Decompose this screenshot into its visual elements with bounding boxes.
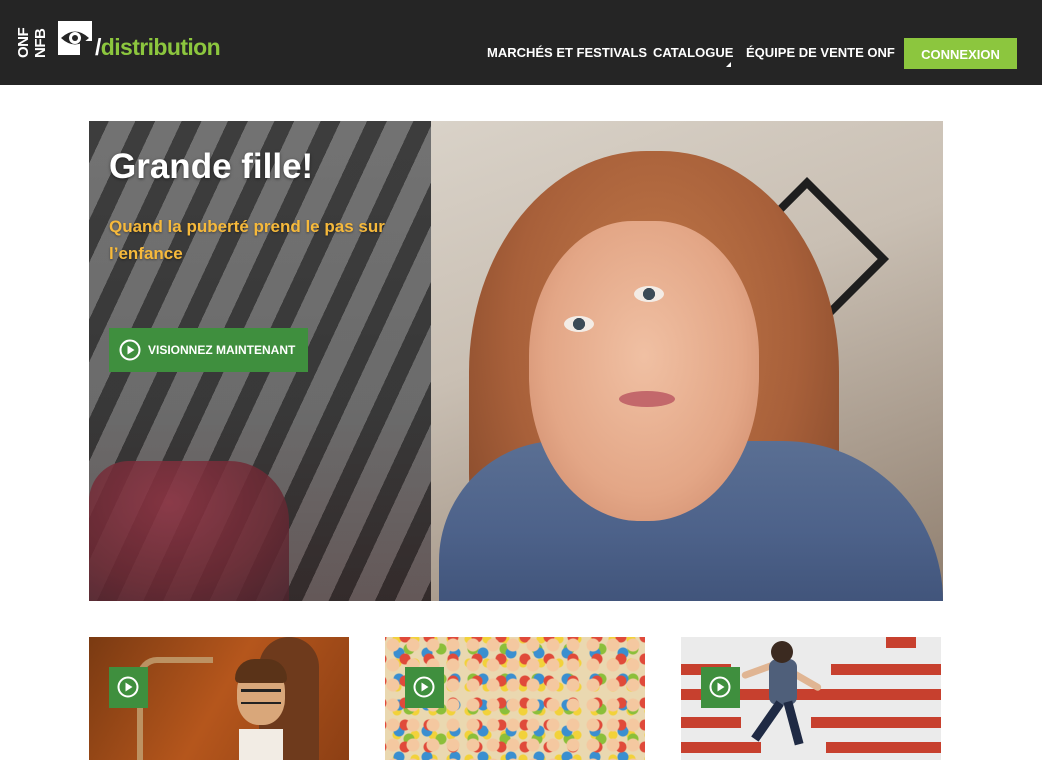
hero-portrait-face [529,221,759,521]
hero-subtitle: Quand la puberté prend le pas sur l’enfa… [109,217,385,263]
play-button[interactable] [405,667,444,708]
eye-logo-icon[interactable] [58,21,92,55]
thumbnail-climber-body [769,659,797,705]
hero-title: Grande fille! [109,147,314,186]
thumbnail-wall-stripe [831,664,941,675]
site-name-logo[interactable]: /distribution [95,33,221,61]
play-circle-icon [117,676,139,698]
logo-onf-text: ONF [15,27,32,58]
thumbnail-climber-leg [751,700,784,742]
play-button[interactable] [701,667,740,708]
thumbnail-collar [239,729,283,760]
watch-now-button[interactable]: VISIONNEZ MAINTENANT [109,328,308,372]
play-circle-icon [709,676,731,698]
logo-site-name: distribution [100,34,221,60]
onf-nfb-logo[interactable]: ONF NFB [15,20,52,60]
film-thumbnail[interactable] [681,637,941,760]
thumbnail-wall-stripe [826,742,941,753]
play-circle-icon [413,676,435,698]
thumbnail-climber-head [771,641,793,663]
film-thumbnail[interactable] [89,637,349,760]
hero-banner[interactable]: Grande fille! Quand la puberté prend le … [89,121,943,601]
film-thumbnail[interactable] [385,637,645,760]
logo-nfb-text: NFB [32,28,49,58]
login-button[interactable]: CONNEXION [904,38,1017,69]
hero-portrait-mouth [619,391,675,407]
site-header: ONF NFB /distribution MARCHÉS ET FESTIVA… [0,0,1042,85]
thumbnail-glasses [241,689,281,704]
thumbnail-antler [137,657,213,760]
hero-portrait-eye [634,286,664,302]
nav-markets-festivals[interactable]: MARCHÉS ET FESTIVALS [487,44,647,62]
dropdown-caret-icon[interactable] [726,62,731,67]
watch-now-label: VISIONNEZ MAINTENANT [148,343,296,357]
thumbnail-wall-stripe [681,742,761,753]
thumbnail-wall-stripe [681,717,741,728]
thumbnail-wall-stripe [811,717,941,728]
thumbnail-wall-stripe [886,637,916,648]
nav-catalogue[interactable]: CATALOGUE [653,44,733,62]
play-circle-icon [119,339,141,361]
hero-portrait-eye [564,316,594,332]
thumbnail-boy-hair [235,659,287,683]
play-button[interactable] [109,667,148,708]
nav-sales-team[interactable]: ÉQUIPE DE VENTE ONF [746,44,895,62]
thumbnail-climber-leg [783,700,804,746]
